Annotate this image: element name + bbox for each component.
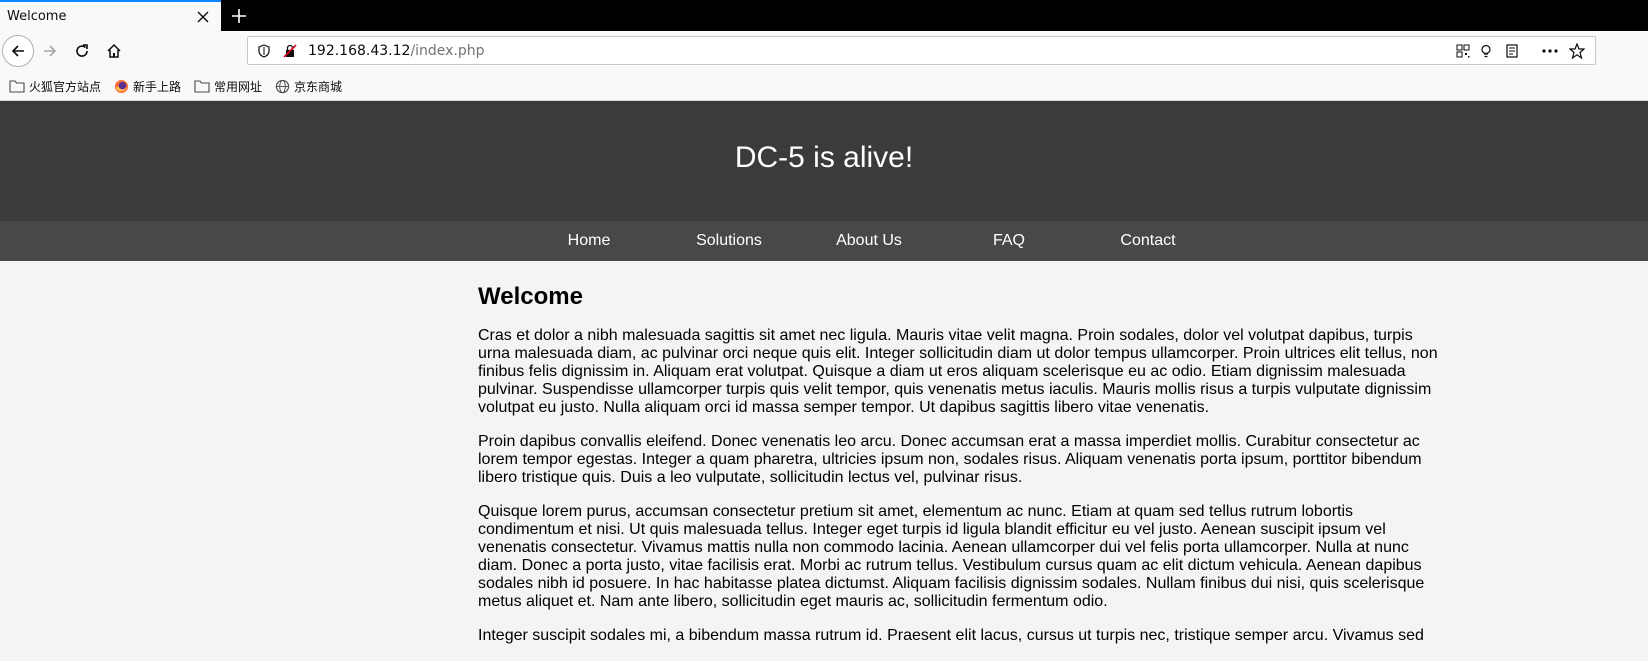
close-tab-icon[interactable] [195,9,211,25]
menu-contact[interactable]: Contact [1078,232,1218,250]
home-icon[interactable] [98,35,130,67]
back-icon[interactable] [2,35,34,67]
insecure-lock-icon[interactable] [282,43,298,59]
bookmark-item[interactable]: 新手上路 [113,78,181,94]
new-tab-icon[interactable] [229,6,249,26]
bookmark-label: 新手上路 [133,79,182,94]
tab-title: Welcome [7,9,67,24]
bookmark-label: 火狐官方站点 [29,79,102,94]
folder-icon [194,78,210,94]
paragraph: Quisque lorem purus, accumsan consectetu… [478,503,1425,610]
menu-faq[interactable]: FAQ [939,232,1079,250]
main-menu: Home Solutions About Us FAQ Contact [0,221,1648,261]
more-actions-icon[interactable] [1542,43,1558,59]
paragraph: Proin dapibus convallis eleifend. Donec … [478,433,1422,486]
forward-icon[interactable] [34,35,66,67]
url-host: 192.168.43.12 [308,43,411,59]
bookmark-label: 常用网址 [214,79,263,94]
folder-icon [9,78,25,94]
qr-code-icon[interactable] [1455,43,1471,59]
bookmark-item[interactable]: 京东商城 [274,78,342,94]
url-text: 192.168.43.12/index.php [308,43,485,59]
bookmarks-toolbar: 火狐官方站点 新手上路 常用网址 京东商城 [0,71,1648,101]
menu-solutions[interactable]: Solutions [659,232,799,250]
bookmark-star-icon[interactable] [1569,43,1585,59]
bookmark-label: 京东商城 [294,79,343,94]
menu-about-us[interactable]: About Us [799,232,939,250]
url-bar[interactable]: 192.168.43.12/index.php [247,36,1596,65]
main-content: Welcome Cras et dolor a nibh malesuada s… [478,261,1440,661]
shield-icon[interactable] [256,43,272,59]
bookmark-item[interactable]: 火狐官方站点 [9,78,101,94]
navigation-toolbar: 192.168.43.12/index.php [0,31,1648,71]
globe-icon [274,78,290,94]
tab-welcome[interactable]: Welcome [0,0,221,31]
firefox-icon [113,78,129,94]
lightbulb-icon[interactable] [1478,43,1494,59]
url-path: /index.php [410,43,485,59]
paragraph: Integer suscipit sodales mi, a bibendum … [478,627,1424,644]
reload-icon[interactable] [66,35,98,67]
site-title: DC-5 is alive! [734,141,914,174]
paragraph: Cras et dolor a nibh malesuada sagittis … [478,327,1438,416]
site-header: DC-5 is alive! [0,101,1648,221]
menu-home[interactable]: Home [519,232,659,250]
page-heading: Welcome [478,283,583,310]
bookmark-item[interactable]: 常用网址 [194,78,262,94]
reader-view-icon[interactable] [1504,43,1520,59]
tab-strip: Welcome [0,0,1648,31]
